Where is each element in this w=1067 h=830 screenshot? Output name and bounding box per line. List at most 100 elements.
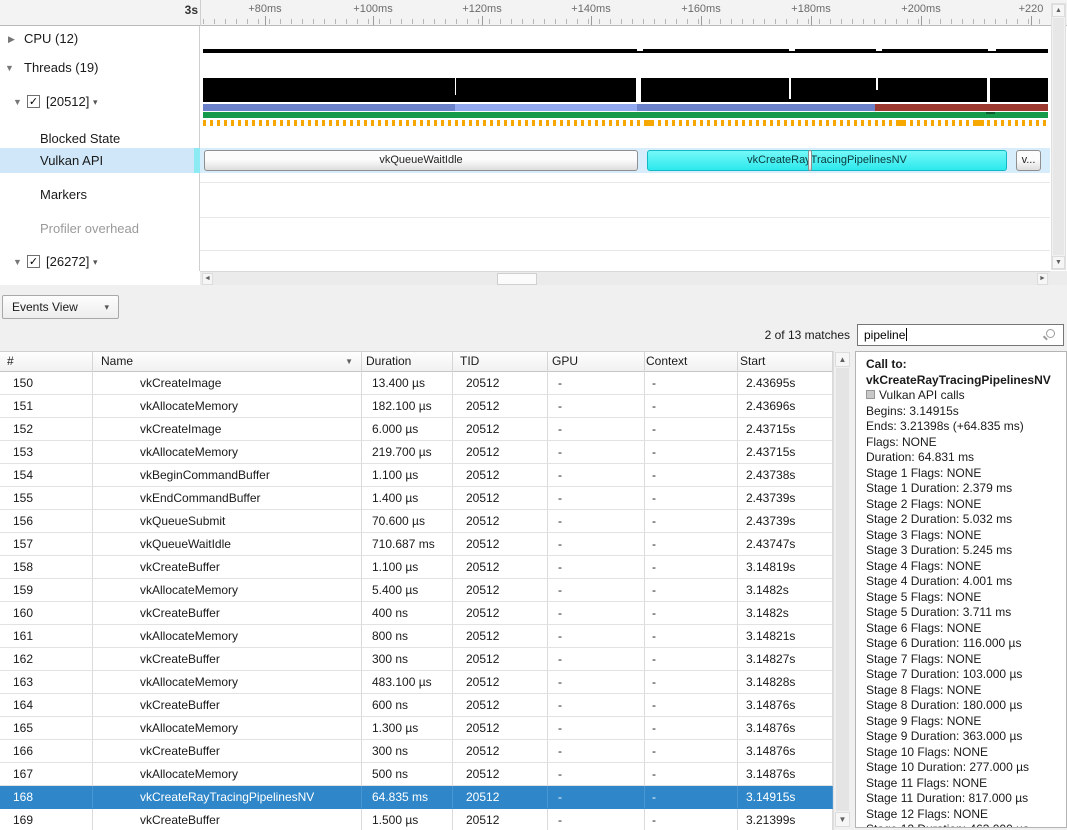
sampling-dense-block [645,120,654,126]
cell-num: 151 [0,395,93,418]
table-row-151[interactable]: 151vkAllocateMemory182.100 µs20512--2.43… [0,395,833,418]
timeline-ruler[interactable]: 3s +80ms+100ms+120ms+140ms+160ms+180ms+2… [0,0,1067,26]
ruler-major-tick [265,16,266,25]
column-header-tid[interactable]: TID [453,352,548,372]
column-header-context[interactable]: Context [645,352,738,372]
cell-tid: 20512 [453,809,548,830]
table-row-161[interactable]: 161vkAllocateMemory800 ns20512--3.14821s [0,625,833,648]
scrollbar-thumb[interactable] [836,368,849,811]
ruler-tick-label: +100ms [353,3,392,15]
table-row-169[interactable]: 169vkCreateBuffer1.500 µs20512--3.21399s [0,809,833,830]
sidebar-item-markers[interactable]: Markers [40,187,87,202]
cell-duration: 800 ns [362,625,453,648]
cell-context: - [645,395,738,418]
cell-duration: 1.500 µs [362,809,453,830]
sidebar-item-blocked-state[interactable]: Blocked State [40,131,120,146]
timeline-event-bar[interactable]: v... [1016,150,1041,171]
cell-tid: 20512 [453,671,548,694]
ruler-tick-label: +80ms [248,3,281,15]
table-row-167[interactable]: 167vkAllocateMemory500 ns20512--3.14876s [0,763,833,786]
thread-20512-expander-icon[interactable]: ▼ [13,97,22,107]
column-header-name[interactable]: Name▼ [93,352,362,372]
table-row-152[interactable]: 152vkCreateImage6.000 µs20512--2.43715s [0,418,833,441]
cell-start: 3.1482s [738,579,833,602]
column-header-start[interactable]: Start [738,352,833,372]
thread-20512-dropdown-icon[interactable]: ▾ [93,97,98,108]
ruler-tick-label: +160ms [681,3,720,15]
scroll-up-icon[interactable]: ▲ [835,352,850,367]
column-header-gpu[interactable]: GPU [548,352,645,372]
cell-name: vkCreateBuffer [93,648,362,671]
threads-expander-icon[interactable]: ▼ [5,63,14,73]
cell-num: 165 [0,717,93,740]
scroll-left-icon[interactable]: ◄ [202,273,213,285]
timeline-vertical-scrollbar[interactable]: ▲ ▼ [1051,3,1066,270]
cell-name: vkQueueWaitIdle [93,533,362,556]
search-input[interactable]: pipeline [857,324,1064,346]
cell-name: vkCreateRayTracingPipelinesNV [93,786,362,809]
cell-num: 168 [0,786,93,809]
thread-26272-dropdown-icon[interactable]: ▾ [93,257,98,268]
details-line: Stage 6 Duration: 116.000 µs [866,636,1062,652]
details-line: Stage 12 Flags: NONE [866,807,1062,823]
table-row-150[interactable]: 150vkCreateImage13.400 µs20512--2.43695s [0,372,833,395]
cell-num: 162 [0,648,93,671]
table-row-162[interactable]: 162vkCreateBuffer300 ns20512--3.14827s [0,648,833,671]
table-row-163[interactable]: 163vkAllocateMemory483.100 µs20512--3.14… [0,671,833,694]
scroll-down-icon[interactable]: ▼ [1052,256,1065,269]
table-row-158[interactable]: 158vkCreateBuffer1.100 µs20512--3.14819s [0,556,833,579]
thread-26272-expander-icon[interactable]: ▼ [13,257,22,267]
sidebar-item-thread-20512[interactable]: [20512] [46,94,89,109]
sidebar-item-threads[interactable]: Threads (19) [24,60,98,75]
column-header-duration[interactable]: Duration [362,352,453,372]
cell-name: vkCreateBuffer [93,556,362,579]
cell-name: vkBeginCommandBuffer [93,464,362,487]
table-row-153[interactable]: 153vkAllocateMemory219.700 µs20512--2.43… [0,441,833,464]
sidebar-item-thread-26272[interactable]: [26272] [46,254,89,269]
scrollbar-thumb[interactable] [1053,18,1064,255]
events-table-scrollbar[interactable]: ▲ ▼ [833,351,850,830]
thread-20512-checkbox[interactable]: ✓ [27,95,40,108]
timeline-horizontal-scrollbar[interactable]: ◄ ► [200,271,1050,285]
thread-26272-checkbox[interactable]: ✓ [27,255,40,268]
table-row-156[interactable]: 156vkQueueSubmit70.600 µs20512--2.43739s [0,510,833,533]
table-row-157[interactable]: 157vkQueueWaitIdle710.687 ms20512--2.437… [0,533,833,556]
timeline-event-bar[interactable]: vkQueueWaitIdle [204,150,638,171]
sidebar-item-vulkan-api[interactable]: Vulkan API [40,153,103,168]
timeline-event-bar[interactable]: vkCreateRayTracingPipelinesNV [647,150,1007,171]
cell-num: 159 [0,579,93,602]
timeline-event-bar-small[interactable] [808,150,812,171]
search-value: pipeline [864,328,905,342]
cell-start: 3.14876s [738,717,833,740]
events-view-dropdown[interactable]: Events View ▾ [2,295,119,319]
details-line: Stage 8 Duration: 180.000 µs [866,698,1062,714]
ruler-divider [200,0,201,26]
table-row-165[interactable]: 165vkAllocateMemory1.300 µs20512--3.1487… [0,717,833,740]
column-header-num[interactable]: # [0,352,93,372]
sidebar-item-cpu[interactable]: CPU (12) [24,31,78,46]
cell-duration: 219.700 µs [362,441,453,464]
thread-band-gap [987,78,990,102]
sidebar-item-profiler-overhead[interactable]: Profiler overhead [40,221,139,236]
cell-num: 164 [0,694,93,717]
table-row-168[interactable]: 168vkCreateRayTracingPipelinesNV64.835 m… [0,786,833,809]
cell-name: vkAllocateMemory [93,671,362,694]
event-details-panel: Call to: vkCreateRayTracingPipelinesNV V… [855,351,1067,828]
table-row-164[interactable]: 164vkCreateBuffer600 ns20512--3.14876s [0,694,833,717]
timeline-canvas[interactable]: vkQueueWaitIdle vkCreateRayTracingPipelin… [200,26,1050,271]
cell-gpu: - [548,602,645,625]
cell-name: vkAllocateMemory [93,395,362,418]
scroll-right-icon[interactable]: ► [1037,273,1048,285]
scroll-down-icon[interactable]: ▼ [835,812,850,827]
table-row-159[interactable]: 159vkAllocateMemory5.400 µs20512--3.1482… [0,579,833,602]
cpu-expander-icon[interactable]: ▶ [8,34,15,45]
scrollbar-thumb[interactable] [497,273,537,285]
cell-context: - [645,786,738,809]
cell-duration: 500 ns [362,763,453,786]
table-row-155[interactable]: 155vkEndCommandBuffer1.400 µs20512--2.43… [0,487,833,510]
scroll-up-icon[interactable]: ▲ [1052,4,1065,17]
table-row-154[interactable]: 154vkBeginCommandBuffer1.100 µs20512--2.… [0,464,833,487]
table-row-160[interactable]: 160vkCreateBuffer400 ns20512--3.1482s [0,602,833,625]
ruler-tick-label: +180ms [791,3,830,15]
table-row-166[interactable]: 166vkCreateBuffer300 ns20512--3.14876s [0,740,833,763]
